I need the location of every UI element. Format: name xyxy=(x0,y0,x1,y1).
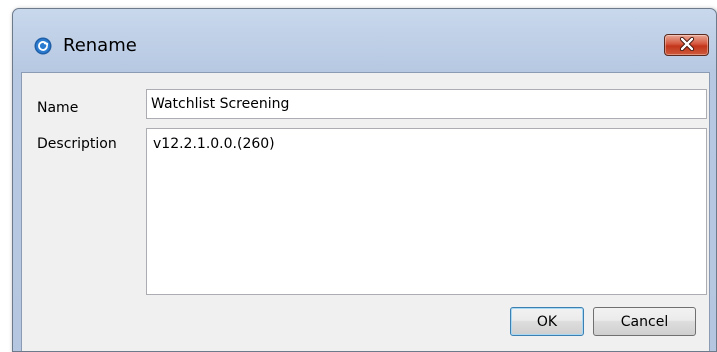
name-label: Name xyxy=(37,100,79,116)
title-bar[interactable]: Rename xyxy=(13,9,716,71)
name-input[interactable] xyxy=(146,89,707,119)
ok-button[interactable]: OK xyxy=(510,307,584,336)
close-icon xyxy=(679,36,695,55)
dialog-title: Rename xyxy=(63,35,137,56)
dialog-body: Name Description v12.2.1.0.0.(260) OK Ca… xyxy=(21,72,710,351)
refresh-circle-icon xyxy=(34,37,52,55)
description-textarea[interactable]: v12.2.1.0.0.(260) xyxy=(146,128,707,295)
cancel-button[interactable]: Cancel xyxy=(593,307,696,336)
description-label: Description xyxy=(37,136,117,152)
close-button[interactable] xyxy=(664,34,709,56)
rename-dialog: Rename Name Description v12.2.1.0.0.(260… xyxy=(12,8,717,352)
